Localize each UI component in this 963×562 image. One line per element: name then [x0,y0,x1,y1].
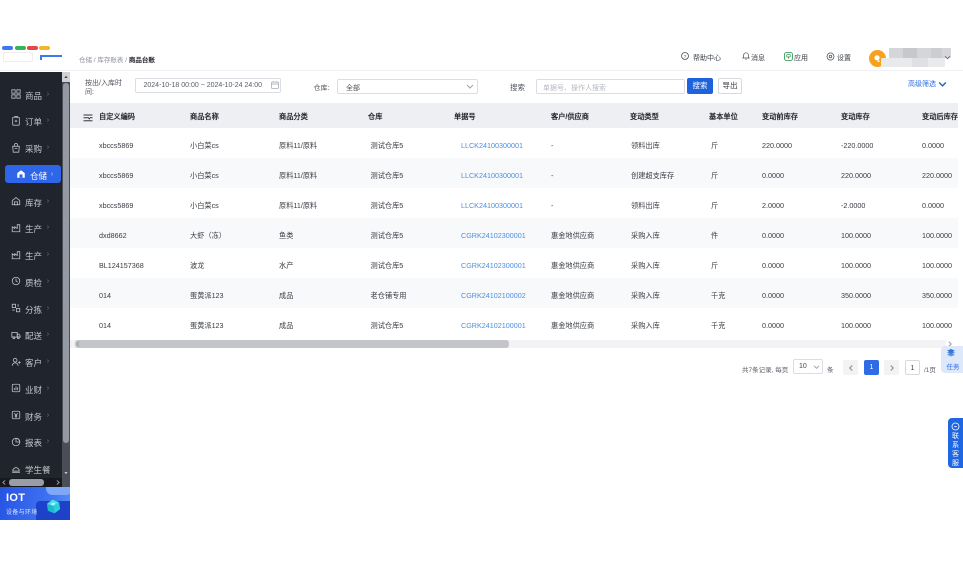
svg-text:?: ? [684,54,687,60]
